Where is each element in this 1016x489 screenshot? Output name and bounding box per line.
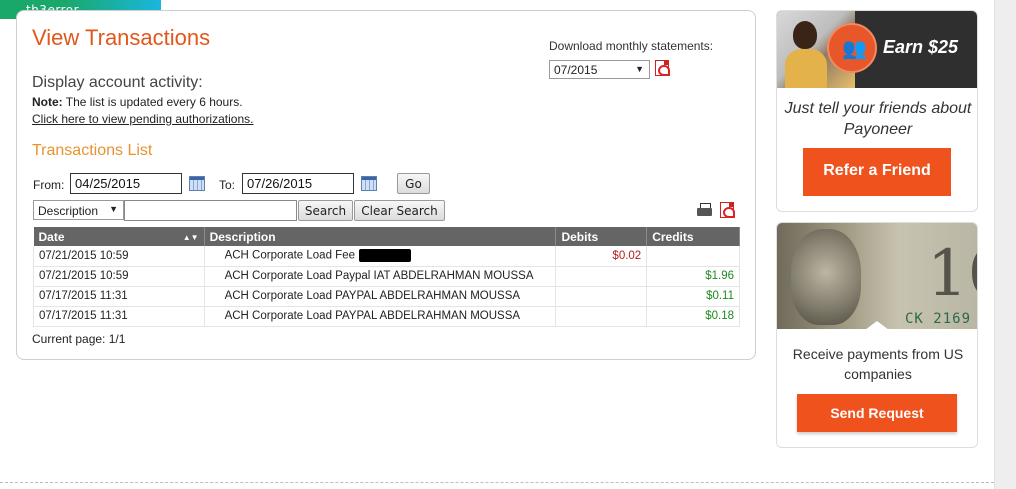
calendar-icon[interactable] [189, 176, 205, 191]
table-row: 07/17/2015 11:31 ACH Corporate Load PAYP… [33, 306, 740, 327]
transactions-panel: View Transactions Display account activi… [16, 10, 756, 360]
search-button[interactable]: Search [298, 200, 353, 221]
sort-icon[interactable]: ▲▼ [183, 233, 199, 242]
page-divider [0, 482, 994, 483]
dollar-bill-image: 10 CK 2169 [777, 223, 977, 330]
from-date-input[interactable]: 04/25/2015 [70, 173, 182, 194]
column-header-label: Date [38, 229, 65, 244]
account-activity-heading: Display account activity: [32, 74, 203, 91]
row-description-text: ACH Corporate Load Fee [224, 249, 355, 262]
receive-payments-text: Receive payments from US companies [792, 346, 964, 382]
bill-serial: CK 2169 [905, 311, 972, 327]
statement-month-value: 07/2015 [554, 63, 598, 77]
clear-search-button[interactable]: Clear Search [354, 200, 445, 221]
earn-reward-label: Earn $25 [883, 37, 959, 57]
row-debit [555, 306, 648, 327]
search-input[interactable] [124, 200, 297, 221]
refer-friend-button[interactable]: Refer a Friend [803, 148, 951, 196]
row-debit: $0.02 [555, 246, 648, 267]
row-credit [646, 246, 740, 267]
from-label: From: [33, 178, 65, 192]
statement-month-select[interactable]: 07/2015 ▼ [549, 60, 650, 79]
row-description: ACH Corporate Load Paypal IAT ABDELRAHMA… [204, 266, 557, 287]
row-date: 07/21/2015 10:59 [33, 266, 205, 287]
to-date-input[interactable]: 07/26/2015 [242, 173, 354, 194]
current-page-indicator: Current page: 1/1 [32, 332, 126, 346]
refer-promo-text: Just tell your friends about Payoneer [784, 100, 972, 138]
bill-number: 10 [927, 237, 977, 311]
page: th3error View Transactions Display accou… [0, 0, 1016, 489]
chevron-down-icon: ▼ [635, 64, 644, 74]
row-description: ACH Corporate Load PAYPAL ABDELRAHMAN MO… [204, 306, 557, 327]
refer-friend-card: 👥 Earn $25 Just tell your friends about … [776, 10, 978, 212]
bill-notch [865, 321, 889, 330]
search-field-select[interactable]: Description ▼ [33, 200, 124, 220]
people-icon: 👥 [827, 23, 877, 73]
row-date: 07/21/2015 10:59 [33, 246, 205, 267]
note-text: The list is updated every 6 hours. [62, 95, 243, 109]
chevron-down-icon: ▼ [109, 204, 118, 214]
row-credit: $0.18 [646, 306, 740, 327]
row-description: ACH Corporate Load Fee [204, 246, 557, 267]
calendar-icon[interactable] [361, 176, 377, 191]
search-field-value: Description [38, 204, 99, 218]
update-note: Note: The list is updated every 6 hours. [32, 95, 243, 109]
receive-payments-card: 10 CK 2169 Receive payments from US comp… [776, 222, 978, 448]
column-header-description[interactable]: Description [204, 227, 557, 246]
row-credit: $0.11 [646, 286, 740, 307]
to-label: To: [219, 178, 236, 192]
pdf-icon[interactable] [655, 60, 670, 76]
transactions-list-title: Transactions List [32, 142, 153, 159]
table-row: 07/21/2015 10:59 ACH Corporate Load Fee … [33, 246, 740, 267]
row-debit [555, 286, 648, 307]
row-credit: $1.96 [646, 266, 740, 287]
bill-portrait [791, 229, 861, 325]
print-icon[interactable] [697, 203, 712, 217]
row-date: 07/17/2015 11:31 [33, 286, 205, 307]
pdf-icon[interactable] [720, 202, 735, 218]
row-description: ACH Corporate Load PAYPAL ABDELRAHMAN MO… [204, 286, 557, 307]
column-header-debits[interactable]: Debits [555, 227, 648, 246]
row-debit [555, 266, 648, 287]
row-date: 07/17/2015 11:31 [33, 306, 205, 327]
download-statements-label: Download monthly statements: [549, 39, 714, 53]
pending-authorizations-link[interactable]: Click here to view pending authorization… [32, 112, 253, 126]
scrollbar-track[interactable] [994, 0, 1016, 489]
redaction-block [358, 249, 411, 263]
table-header-row: Date ▲▼ Description Debits Credits [33, 227, 740, 246]
column-header-credits[interactable]: Credits [646, 227, 740, 246]
table-row: 07/21/2015 10:59 ACH Corporate Load Payp… [33, 266, 740, 287]
transactions-table: Date ▲▼ Description Debits Credits 07/21/… [33, 227, 740, 327]
table-row: 07/17/2015 11:31 ACH Corporate Load PAYP… [33, 286, 740, 307]
promo-banner: 👥 Earn $25 [777, 11, 977, 88]
page-title: View Transactions [32, 25, 211, 50]
column-header-date[interactable]: Date ▲▼ [33, 227, 205, 246]
go-button[interactable]: Go [397, 173, 430, 194]
note-label: Note: [32, 95, 63, 109]
send-request-button[interactable]: Send Request [797, 394, 957, 432]
